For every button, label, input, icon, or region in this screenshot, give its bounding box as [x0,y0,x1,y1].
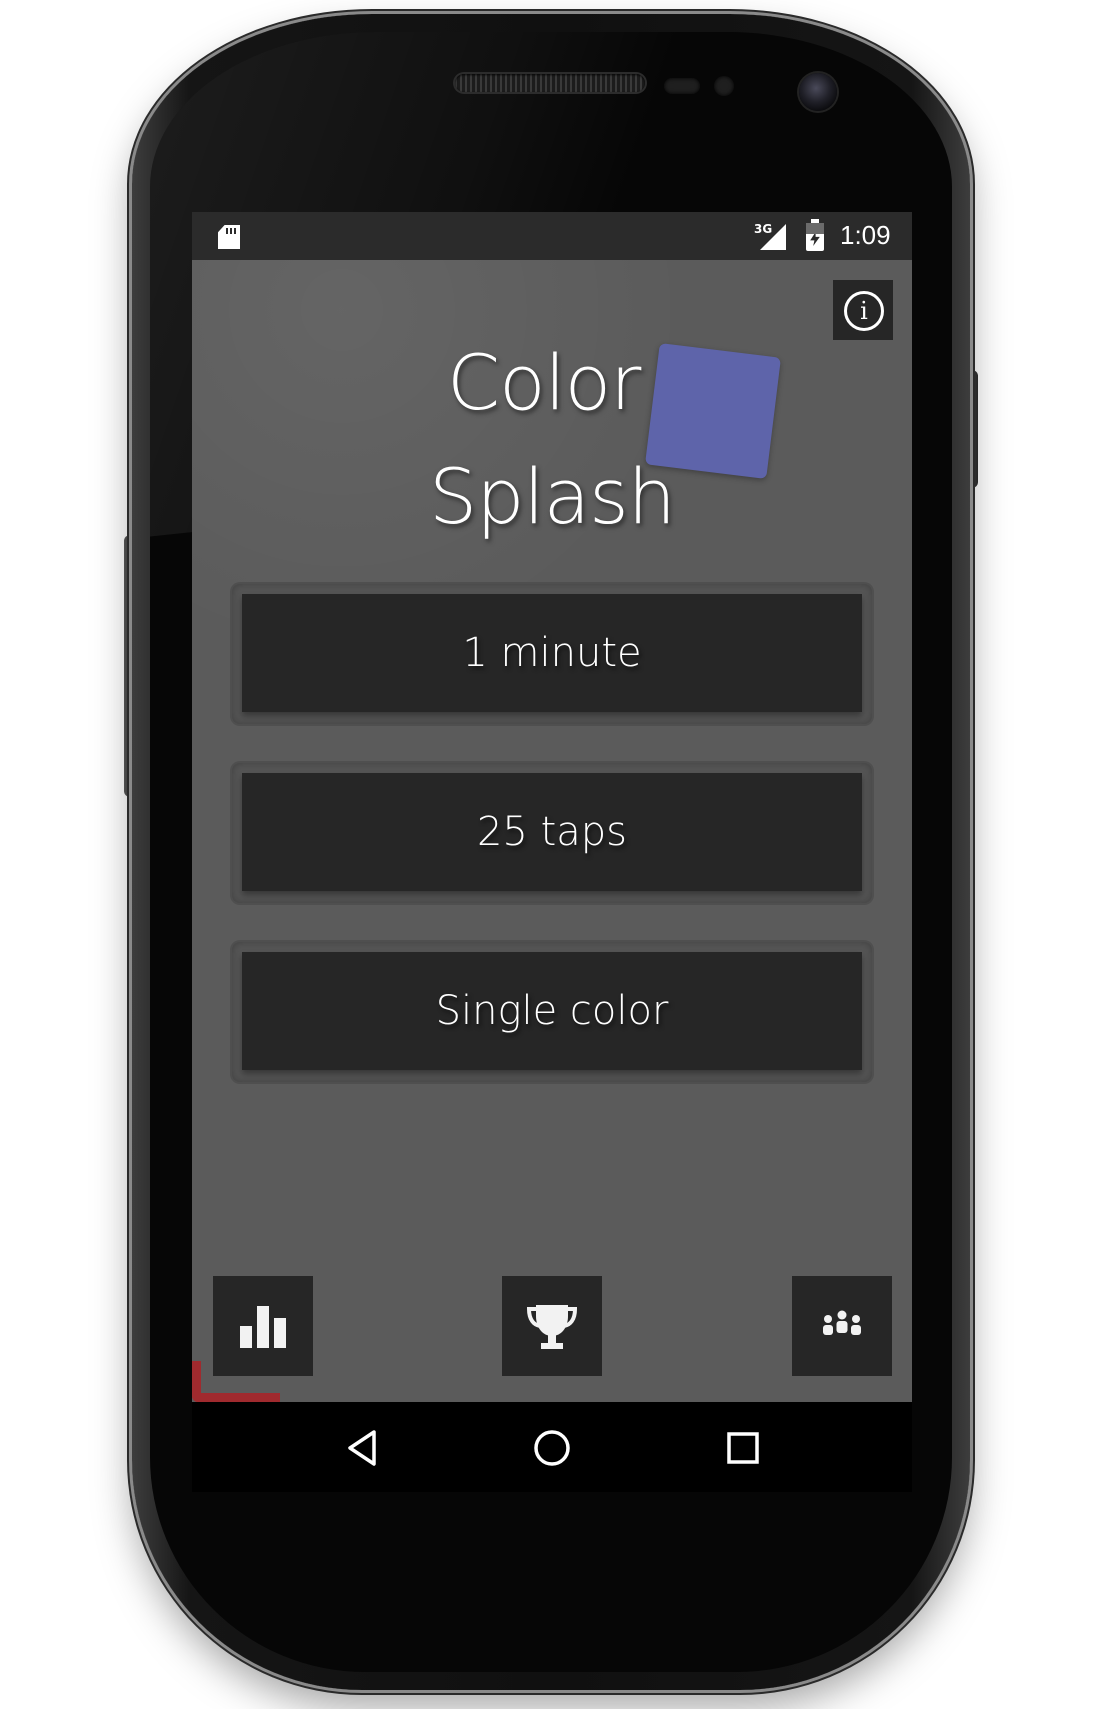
info-button[interactable]: i [833,280,893,340]
nav-back-button[interactable] [323,1420,403,1476]
mode-card-25-taps: 25 taps [232,763,872,903]
battery-charging-icon [806,219,824,251]
back-icon [348,1430,376,1466]
app-title-line2: Splash [429,452,676,541]
nav-home-button[interactable] [512,1420,592,1476]
status-time: 1:09 [840,220,891,250]
accent-corner-bracket [192,1361,280,1402]
mode-1-minute-button[interactable]: 1 minute [242,594,862,712]
trophy-icon [526,1305,578,1349]
people-icon [823,1310,861,1335]
status-bar: 3G 1:09 [192,212,912,260]
navigation-bar [192,1402,912,1492]
nav-recents-button[interactable] [703,1420,783,1476]
light-sensor [714,76,734,96]
proximity-sensor [664,78,700,94]
info-icon: i [844,291,884,331]
sd-card-icon [218,225,240,249]
recents-icon [727,1432,759,1464]
front-camera [799,73,837,111]
bar-chart-icon [240,1306,286,1348]
earpiece-speaker [455,74,645,92]
mode-card-1-minute: 1 minute [232,584,872,724]
app-main: i Color Splash 1 minute 25 taps Single c… [192,260,912,1402]
multiplayer-button[interactable] [792,1276,892,1376]
device-screen: 3G 1:09 i Color Splash 1 minute 25 taps … [192,212,912,1492]
app-title-line1: Color [447,338,641,427]
mode-single-color-button[interactable]: Single color [242,952,862,1070]
network-type-label: 3G [754,222,773,236]
mode-25-taps-button[interactable]: 25 taps [242,773,862,891]
mode-card-single-color: Single color [232,942,872,1082]
home-icon [534,1430,570,1466]
leaderboard-button[interactable] [502,1276,602,1376]
